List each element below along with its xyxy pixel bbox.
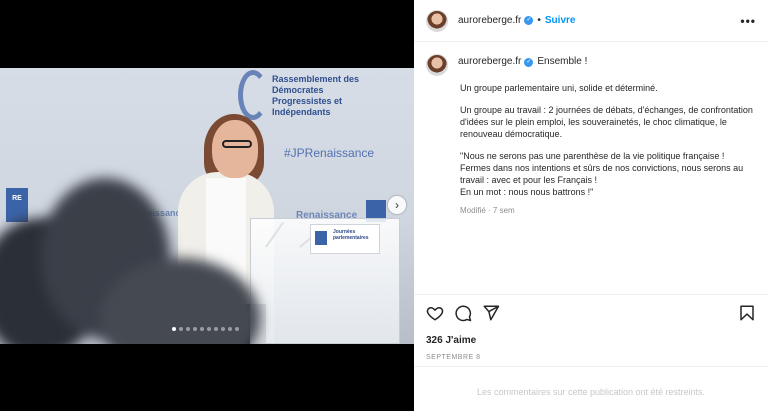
avatar[interactable] [426, 54, 448, 76]
backdrop-hashtag: #JPRenaissance [284, 146, 375, 160]
post-header: auroreberge.fr ✓ • Suivre ••• [414, 0, 768, 42]
author-username[interactable]: auroreberge.fr [458, 15, 521, 26]
carousel-dot [221, 327, 225, 331]
heart-icon[interactable] [426, 304, 444, 322]
carousel-dot [207, 327, 211, 331]
actions-bar: 326 J'aime SEPTEMBRE 8 [414, 294, 768, 361]
backdrop-logo [238, 70, 268, 120]
carousel-indicator [172, 327, 239, 331]
caption-paragraph: Un groupe au travail : 2 journées de déb… [460, 105, 753, 139]
caption-body: Un groupe parlementaire uni, solide et d… [460, 82, 756, 198]
caption-paragraph: "Nous ne serons pas une parenthèse de la… [460, 151, 744, 197]
carousel-dot [193, 327, 197, 331]
caption-username[interactable]: auroreberge.fr [458, 56, 521, 67]
more-icon[interactable]: ••• [740, 14, 756, 28]
carousel-dot [235, 327, 239, 331]
caption-header: auroreberge.fr ✓ Ensemble ! [426, 52, 756, 76]
caption-title: Ensemble ! [537, 56, 588, 67]
verified-icon: ✓ [524, 16, 534, 25]
backdrop-title: Rassemblement des Démocrates Progressist… [272, 74, 360, 117]
speaker-face [212, 120, 258, 178]
comments-restricted-notice: Les commentaires sur cette publication o… [414, 366, 768, 411]
share-icon[interactable] [482, 304, 500, 322]
media-pane: Rassemblement des Démocrates Progressist… [0, 0, 414, 411]
chevron-right-icon[interactable]: › [388, 196, 406, 214]
post-photo[interactable]: Rassemblement des Démocrates Progressist… [0, 68, 414, 344]
speaker-glasses [222, 140, 252, 148]
carousel-dot [228, 327, 232, 331]
follow-button[interactable]: Suivre [545, 15, 576, 26]
carousel-dot [179, 327, 183, 331]
modified-timestamp[interactable]: Modifié · 7 sem [460, 206, 756, 215]
caption: auroreberge.fr ✓ Ensemble ! Un groupe pa… [426, 52, 756, 215]
avatar[interactable] [426, 9, 448, 32]
carousel-dot [200, 327, 204, 331]
lectern-title: Journées parlementaires [333, 229, 369, 241]
carousel-dot [172, 327, 176, 331]
post-panel: auroreberge.fr ✓ • Suivre ••• auroreberg… [414, 0, 768, 411]
carousel-dot [186, 327, 190, 331]
comment-icon[interactable] [454, 304, 472, 322]
bookmark-icon[interactable] [738, 304, 756, 322]
caption-paragraph: Un groupe parlementaire uni, solide et d… [460, 83, 658, 93]
re-badge: RE [6, 188, 28, 222]
lectern-logo [315, 231, 327, 245]
action-icons [426, 303, 756, 323]
separator: • [537, 15, 541, 26]
carousel-dot [214, 327, 218, 331]
lectern-sign: Journées parlementaires [310, 224, 380, 254]
likes-count[interactable]: 326 J'aime [426, 335, 756, 346]
verified-icon: ✓ [524, 58, 534, 67]
post-date[interactable]: SEPTEMBRE 8 [426, 354, 756, 361]
